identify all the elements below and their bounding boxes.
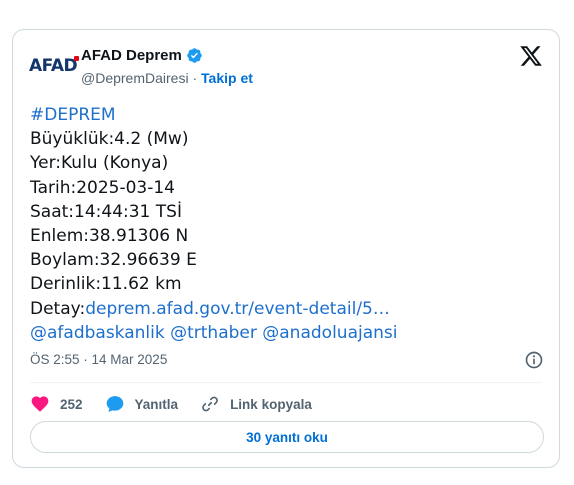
longitude-line: Boylam:32.96639 E bbox=[30, 250, 197, 271]
heart-icon bbox=[31, 396, 49, 412]
reply-button[interactable]: Yanıtla bbox=[105, 394, 179, 414]
time-line: Saat:14:44:31 TSİ bbox=[30, 201, 182, 222]
action-bar: 252 Yanıtla Link kopyala bbox=[30, 392, 334, 416]
afad-logo[interactable]: AFAD bbox=[29, 54, 79, 78]
handle-separator: · bbox=[192, 70, 198, 86]
author-name-row: AFAD Deprem bbox=[81, 47, 203, 64]
detail-prefix: Detay: bbox=[30, 298, 86, 319]
tweet-text: #DEPREM Büyüklük:4.2 (Mw) Yer:Kulu (Kony… bbox=[30, 103, 550, 345]
location-line: Yer:Kulu (Konya) bbox=[30, 153, 169, 174]
link-icon bbox=[202, 396, 218, 412]
divider bbox=[30, 382, 542, 383]
copy-link-button[interactable]: Link kopyala bbox=[200, 394, 312, 414]
author-handle-row: @DepremDairesi · Takip et bbox=[81, 70, 253, 86]
like-count: 252 bbox=[60, 396, 83, 412]
embedded-tweet-card: AFAD AFAD Deprem @DepremDairesi · Takip … bbox=[12, 29, 560, 468]
detail-line: Detay:deprem.afad.gov.tr/event-detail/5… bbox=[30, 297, 550, 321]
detail-link[interactable]: deprem.afad.gov.tr/event-detail/5… bbox=[85, 299, 390, 319]
hashtag-link[interactable]: #DEPREM bbox=[30, 103, 550, 127]
magnitude-line: Büyüklük:4.2 (Mw) bbox=[30, 129, 189, 150]
author-handle[interactable]: @DepremDairesi bbox=[81, 70, 189, 86]
copy-link-label: Link kopyala bbox=[230, 396, 312, 412]
author-name[interactable]: AFAD Deprem bbox=[81, 47, 182, 64]
afad-logo-text: AFAD bbox=[29, 56, 78, 76]
read-replies-button[interactable]: 30 yanıtı oku bbox=[30, 421, 544, 453]
reply-icon bbox=[106, 396, 123, 412]
x-logo-icon[interactable] bbox=[519, 44, 543, 68]
latitude-line: Enlem:38.91306 N bbox=[30, 226, 189, 247]
afad-logo-dot bbox=[74, 56, 79, 61]
like-button[interactable]: 252 bbox=[30, 394, 83, 414]
reply-label: Yanıtla bbox=[134, 396, 179, 412]
info-icon[interactable] bbox=[524, 350, 544, 370]
follow-link[interactable]: Takip et bbox=[201, 70, 253, 86]
verified-badge-icon bbox=[187, 48, 202, 63]
tweet-timestamp[interactable]: ÖS 2:55 · 14 Mar 2025 bbox=[30, 352, 167, 367]
mentions-links[interactable]: @afadbaskanlik @trthaber @anadoluajansi bbox=[30, 321, 550, 345]
depth-line: Derinlik:11.62 km bbox=[30, 274, 182, 295]
date-line: Tarih:2025-03-14 bbox=[30, 177, 175, 198]
